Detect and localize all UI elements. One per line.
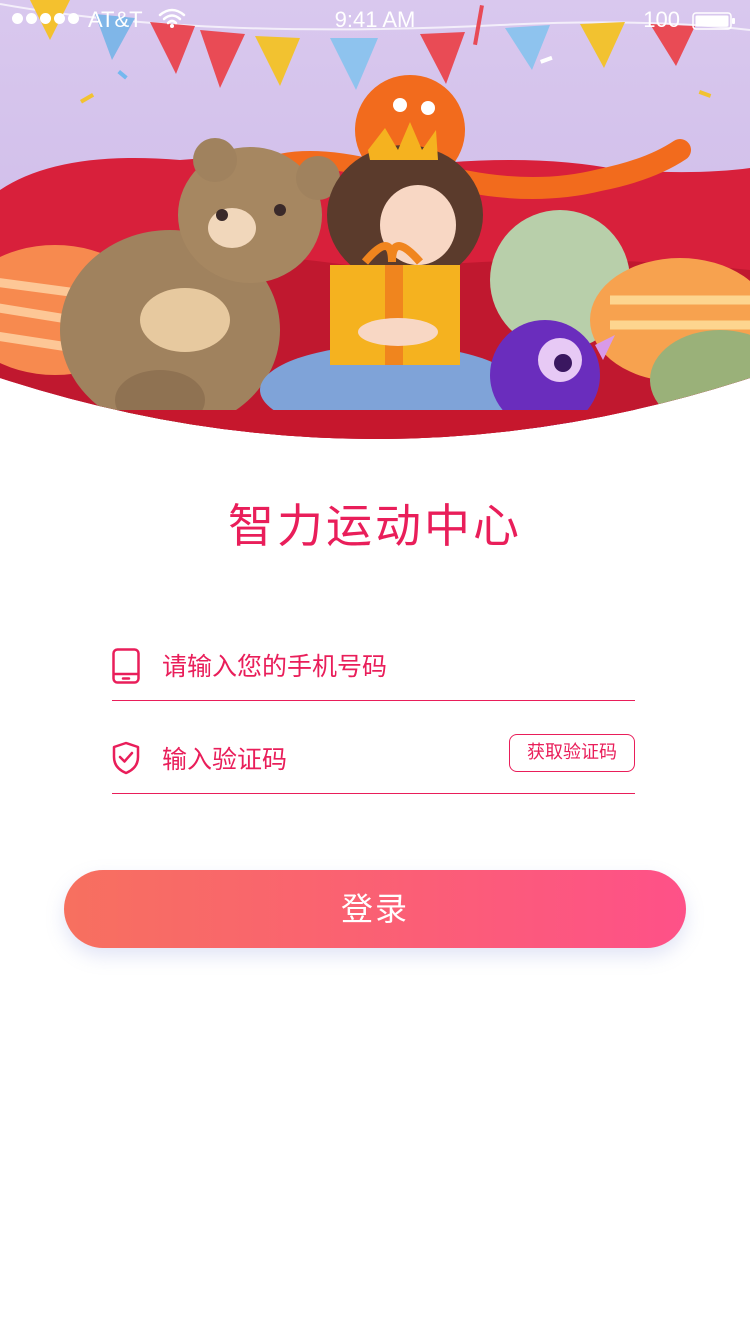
hero-illustration [0,0,750,450]
status-bar: AT&T 9:41 AM 100 [0,0,750,40]
phone-icon [112,648,140,684]
login-screen: AT&T 9:41 AM 100 智力运动中心 请输入您的手机号码 输入验证码 … [0,0,750,1334]
verification-code-field: 获取验证码 [112,723,635,794]
phone-field [112,630,635,701]
clock-time: 9:41 AM [334,7,416,32]
phone-input[interactable] [162,644,502,688]
shield-check-icon [112,741,140,777]
battery-percent: 100 [643,7,680,32]
page-title: 智力运动中心 [228,499,522,553]
get-code-button[interactable]: 获取验证码 [509,734,635,772]
verification-code-input[interactable] [162,737,502,781]
battery-icon [692,10,736,30]
login-button[interactable]: 登录 [64,870,686,948]
